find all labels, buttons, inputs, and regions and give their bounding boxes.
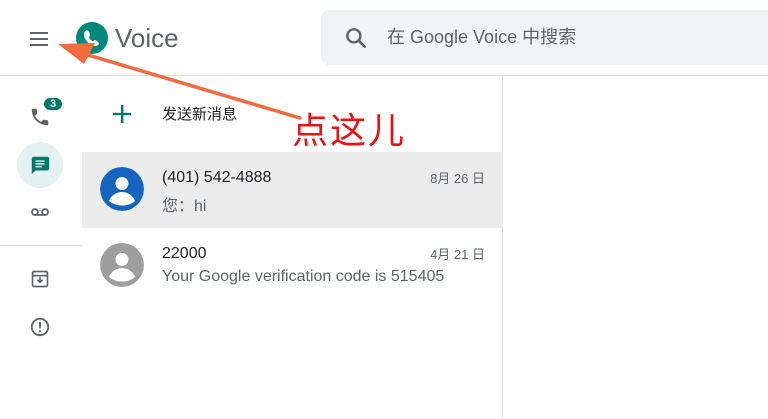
conversation-snippet: 您：hi: [162, 198, 207, 215]
top-bar: Voice: [0, 0, 768, 76]
annotation-label: 点这儿: [292, 111, 407, 152]
voicemail-icon: [31, 208, 49, 216]
conversation-snippet: Your Google verification code is 515405: [162, 268, 445, 285]
hamburger-menu-icon: [30, 32, 48, 46]
nav-archive[interactable]: [17, 256, 63, 302]
avatar: [100, 243, 144, 287]
person-avatar-icon: [100, 167, 144, 211]
search-bar[interactable]: [321, 10, 768, 65]
nav-voicemail[interactable]: [17, 189, 63, 235]
conversation-name: (401) 542-4888: [162, 169, 272, 186]
search-icon[interactable]: [343, 25, 369, 51]
unread-calls-badge: 3: [42, 96, 64, 112]
conversation-item[interactable]: 22000 Your Google verification code is 5…: [82, 228, 503, 304]
conversation-date: 8月 26 日: [430, 171, 485, 186]
nav-divider: [0, 245, 82, 246]
nav-rail: 3: [0, 76, 82, 419]
nav-spam[interactable]: [17, 304, 63, 350]
spam-alert-icon: [30, 317, 50, 337]
person-avatar-icon: [100, 243, 144, 287]
app-title: Voice: [115, 23, 179, 53]
message-icon: [31, 156, 50, 175]
conversation-date: 4月 21 日: [430, 247, 485, 262]
google-voice-logo-icon[interactable]: [76, 22, 108, 54]
plus-icon: [113, 105, 131, 123]
conversation-item[interactable]: (401) 542-4888 您：hi 8月 26 日: [82, 152, 503, 228]
avatar: [100, 167, 144, 211]
search-input[interactable]: [387, 23, 747, 51]
send-new-message-label: 发送新消息: [162, 106, 238, 123]
archive-icon: [31, 270, 49, 288]
voice-app: Voice 3: [0, 0, 768, 419]
main-menu-button[interactable]: [22, 22, 56, 56]
nav-messages[interactable]: [17, 142, 63, 188]
conversation-name: 22000: [162, 245, 207, 262]
